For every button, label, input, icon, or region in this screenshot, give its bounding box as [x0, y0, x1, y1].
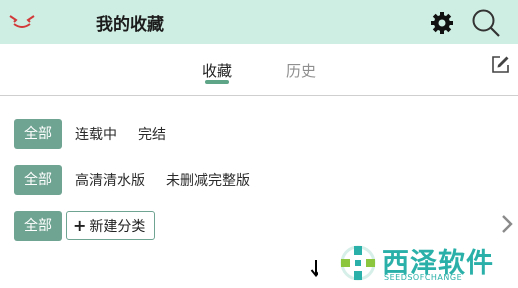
watermark-subtext: SEEDSOFCHANGE	[384, 273, 463, 282]
app-logo-icon[interactable]	[8, 12, 36, 30]
quality-all-button[interactable]: 全部	[14, 165, 62, 195]
active-tab-indicator	[205, 80, 229, 84]
watermark: 西泽软件 SEEDSOFCHANGE	[318, 238, 518, 288]
status-option-ongoing[interactable]: 连载中	[75, 124, 117, 144]
plus-icon: +	[73, 216, 87, 235]
new-category-label: 新建分类	[89, 219, 146, 235]
quality-option-uncut[interactable]: 未删减完整版	[166, 170, 250, 190]
tab-history[interactable]: 历史	[286, 60, 316, 81]
top-app-bar: 我的收藏	[0, 0, 518, 44]
new-category-button[interactable]: + 新建分类	[66, 211, 155, 240]
tab-favorites[interactable]: 收藏	[202, 60, 232, 81]
chevron-right-icon[interactable]	[500, 214, 514, 234]
search-icon[interactable]	[471, 8, 501, 38]
quality-option-hd[interactable]: 高清清水版	[75, 170, 145, 190]
status-option-completed[interactable]: 完结	[138, 124, 166, 144]
edit-icon[interactable]	[491, 55, 510, 74]
page-title: 我的收藏	[96, 15, 164, 35]
watermark-logo-icon	[340, 245, 376, 281]
status-all-button[interactable]: 全部	[14, 119, 62, 149]
tab-bar: 收藏 历史	[0, 44, 518, 96]
gear-icon[interactable]	[430, 11, 454, 35]
category-all-button[interactable]: 全部	[14, 211, 62, 241]
